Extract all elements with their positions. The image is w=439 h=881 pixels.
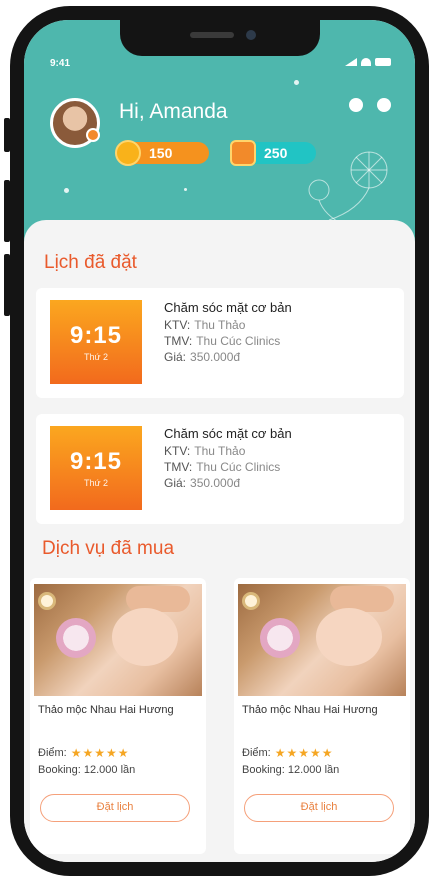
booking-time-box: 9:15 Thứ 2 bbox=[50, 300, 142, 384]
face-shape bbox=[112, 608, 178, 666]
product-name: Thảo mộc Nhau Hai Hương bbox=[38, 704, 174, 716]
booking-info: Chăm sóc mặt cơ bản KTV: Thu Thảo TMV: Thu… bbox=[164, 300, 394, 366]
product-image bbox=[34, 584, 202, 696]
book-button[interactable]: Đặt lịch bbox=[244, 794, 394, 822]
product-name: Thảo mộc Nhau Hai Hương bbox=[242, 704, 378, 716]
booking-card[interactable]: 9:15 Thứ 2 Chăm sóc mặt cơ bản KTV: Thu T… bbox=[36, 414, 404, 524]
decor-dot bbox=[64, 188, 69, 193]
notch bbox=[120, 20, 320, 56]
booking-service: Chăm sóc mặt cơ bản bbox=[164, 300, 292, 315]
product-card[interactable]: Thảo mộc Nhau Hai Hương Điểm: ★★★★★ Book… bbox=[234, 578, 410, 854]
booking-card[interactable]: 9:15 Thứ 2 Chăm sóc mặt cơ bản KTV: Thu T… bbox=[36, 288, 404, 398]
product-rating: Điểm: ★★★★★ bbox=[38, 746, 130, 760]
booking-service: Chăm sóc mặt cơ bản bbox=[164, 426, 292, 441]
booking-tmv: TMV: Thu Cúc Clinics bbox=[164, 460, 281, 474]
signal-icon bbox=[345, 58, 357, 66]
wifi-icon bbox=[361, 58, 371, 66]
mute-switch bbox=[4, 118, 10, 152]
lily-icon bbox=[56, 618, 96, 658]
avatar-badge-icon bbox=[86, 128, 100, 142]
booking-price: Giá: 350.000đ bbox=[164, 476, 241, 490]
booking-time: 9:15 bbox=[69, 448, 123, 475]
product-rating: Điểm: ★★★★★ bbox=[242, 746, 334, 760]
product-booking-count: Booking: 12.000 lần bbox=[242, 764, 340, 776]
camera-icon bbox=[246, 30, 256, 40]
gift-icon bbox=[230, 140, 256, 166]
settings-icon[interactable] bbox=[377, 98, 391, 112]
status-icons bbox=[345, 58, 391, 66]
coin-balance[interactable]: 150 bbox=[115, 140, 209, 166]
volume-up-button bbox=[4, 180, 10, 242]
booking-ktv: KTV: Thu Thảo bbox=[164, 318, 246, 332]
battery-icon bbox=[375, 58, 391, 66]
gift-value: 250 bbox=[264, 145, 288, 161]
dandelion-decoration-icon bbox=[308, 151, 388, 226]
face-shape bbox=[316, 608, 382, 666]
lily-icon bbox=[260, 618, 300, 658]
product-card[interactable]: Thảo mộc Nhau Hai Hương Điểm: ★★★★★ Book… bbox=[30, 578, 206, 854]
booking-time: 9:15 bbox=[69, 322, 123, 349]
booking-date: Thứ 2 bbox=[83, 478, 109, 488]
status-time: 9:41 bbox=[50, 58, 71, 69]
bought-section-title: Dịch vụ đã mua bbox=[42, 538, 175, 559]
decor-dot bbox=[294, 80, 299, 85]
speaker bbox=[190, 32, 234, 38]
candle-icon bbox=[242, 592, 260, 610]
coin-icon bbox=[115, 140, 141, 166]
candle-icon bbox=[38, 592, 56, 610]
chat-icon[interactable] bbox=[349, 98, 363, 112]
booked-section-title: Lịch đã đặt bbox=[44, 252, 137, 273]
booking-time-box: 9:15 Thứ 2 bbox=[50, 426, 142, 510]
app-screen: 9:41 Hi, Amanda 150 250 Lịch đã đặt 9:15… bbox=[24, 20, 415, 862]
product-image bbox=[238, 584, 406, 696]
product-booking-count: Booking: 12.000 lần bbox=[38, 764, 136, 776]
greeting: Hi, Amanda bbox=[119, 100, 228, 123]
volume-down-button bbox=[4, 254, 10, 316]
booking-info: Chăm sóc mặt cơ bản KTV: Thu Thảo TMV: Thu… bbox=[164, 426, 394, 492]
book-button[interactable]: Đặt lịch bbox=[40, 794, 190, 822]
coin-value: 150 bbox=[149, 145, 173, 161]
star-rating-icon: ★★★★★ bbox=[274, 746, 334, 760]
star-rating-icon: ★★★★★ bbox=[70, 746, 130, 760]
booking-ktv: KTV: Thu Thảo bbox=[164, 444, 246, 458]
booking-tmv: TMV: Thu Cúc Clinics bbox=[164, 334, 281, 348]
booking-date: Thứ 2 bbox=[83, 352, 109, 362]
booking-price: Giá: 350.000đ bbox=[164, 350, 241, 364]
decor-dot bbox=[184, 188, 187, 191]
